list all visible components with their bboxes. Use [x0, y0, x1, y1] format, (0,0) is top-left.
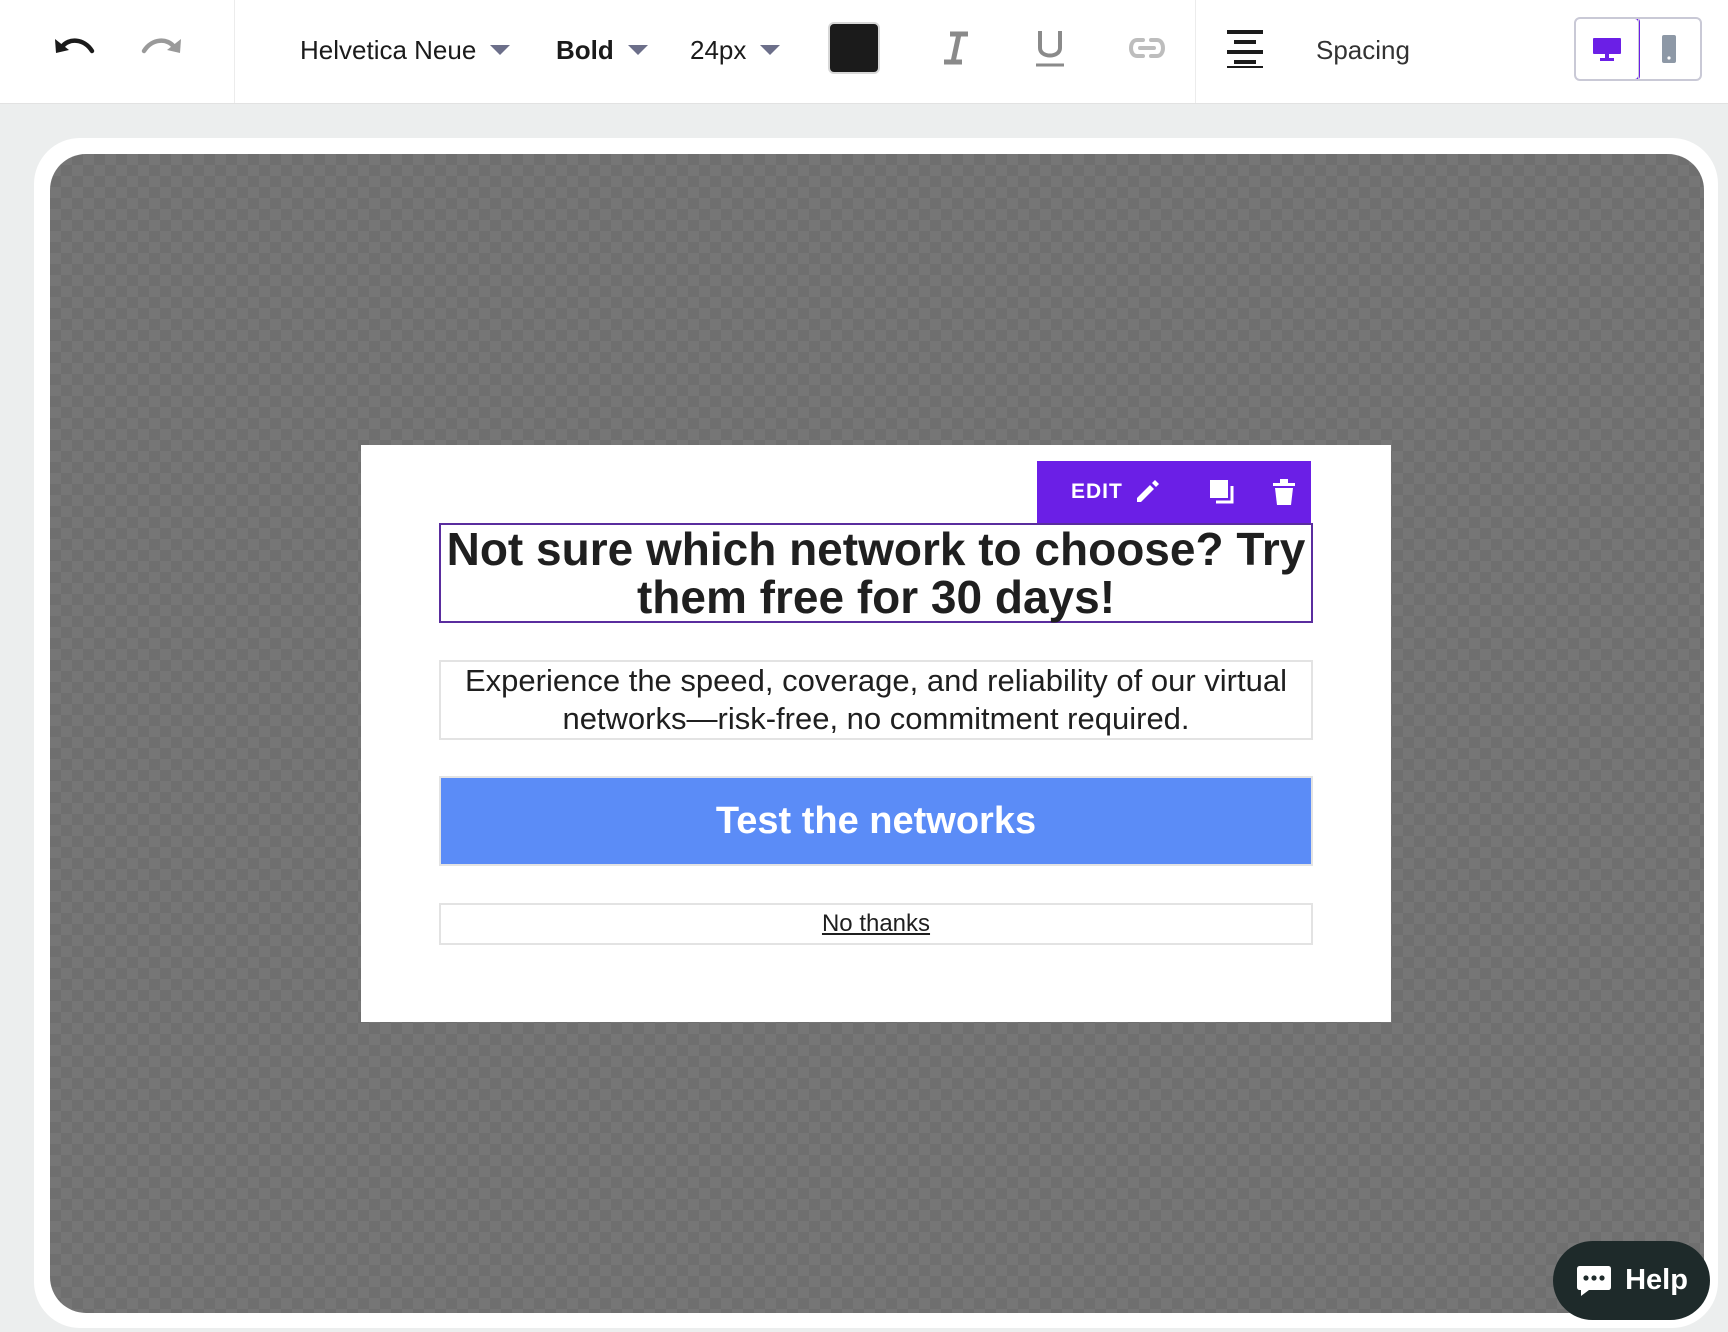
mobile-icon [1662, 35, 1677, 63]
pencil-icon [1136, 480, 1159, 502]
undo-button[interactable] [48, 26, 100, 70]
font-family-value: Helvetica Neue [300, 34, 477, 65]
font-weight-value: Bold [556, 34, 614, 65]
popup-subtext[interactable]: Experience the speed, coverage, and reli… [439, 660, 1313, 740]
cta-label: Test the networks [715, 799, 1037, 842]
chat-bubble-icon [1577, 1265, 1612, 1296]
edit-block-button[interactable]: EDIT [1071, 478, 1161, 506]
headline-text: Not sure which network to choose? Try th… [446, 523, 1306, 623]
subtext-text: Experience the speed, coverage, and reli… [465, 663, 1287, 736]
font-weight-dropdown[interactable]: Bold [556, 30, 648, 70]
chevron-down-icon [490, 45, 511, 55]
help-label: Help [1625, 1264, 1688, 1296]
underline-icon [1036, 31, 1064, 67]
edit-label: EDIT [1071, 480, 1123, 503]
desktop-icon [1592, 38, 1621, 61]
desktop-view-button[interactable] [1576, 19, 1640, 79]
italic-button[interactable] [934, 26, 978, 70]
font-size-value: 24px [690, 34, 747, 65]
align-button[interactable] [1224, 24, 1266, 72]
trash-icon [1272, 479, 1295, 505]
delete-block-button[interactable] [1267, 475, 1301, 509]
popup-headline[interactable]: Not sure which network to choose? Try th… [439, 523, 1313, 623]
toolbar-divider [1195, 0, 1196, 103]
underline-button[interactable] [1028, 24, 1072, 72]
font-family-dropdown[interactable]: Helvetica Neue [300, 30, 511, 70]
no-thanks-link[interactable]: No thanks [822, 910, 930, 938]
block-edit-bar: EDIT [1037, 461, 1311, 523]
chevron-down-icon [760, 45, 781, 55]
redo-button[interactable] [136, 26, 188, 70]
italic-icon [944, 31, 968, 65]
decline-block: No thanks [439, 903, 1313, 945]
duplicate-block-button[interactable] [1205, 475, 1239, 509]
mobile-view-button[interactable] [1637, 19, 1701, 79]
cta-button[interactable]: Test the networks [439, 776, 1313, 866]
link-button[interactable] [1122, 26, 1172, 70]
device-toggle [1574, 17, 1702, 81]
editor-toolbar: Helvetica Neue Bold 24px Spacing [0, 0, 1728, 104]
spacing-button[interactable]: Spacing [1316, 30, 1410, 70]
undo-icon [55, 38, 95, 54]
chevron-down-icon [627, 45, 648, 55]
align-center-icon [1227, 30, 1263, 68]
spacing-label: Spacing [1316, 34, 1410, 65]
link-icon [1129, 38, 1165, 58]
duplicate-icon [1209, 480, 1234, 504]
redo-icon [141, 38, 181, 54]
text-color-picker[interactable] [828, 22, 880, 74]
help-button[interactable]: Help [1553, 1241, 1710, 1320]
font-size-dropdown[interactable]: 24px [690, 30, 781, 70]
text-color-swatch [828, 22, 880, 74]
toolbar-divider [234, 0, 235, 103]
